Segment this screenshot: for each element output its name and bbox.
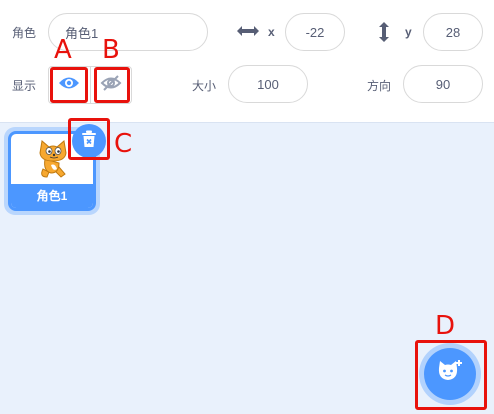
sprite-name-input[interactable]: 角色1	[48, 13, 208, 51]
sprite-cat-icon	[37, 139, 69, 184]
x-arrows-icon	[236, 23, 260, 39]
x-label: x	[268, 25, 275, 39]
sprite-info-panel: 角色 角色1 x -22 y 28 显示 大小 100 方向 90	[0, 0, 494, 123]
callout-box-b	[94, 67, 130, 103]
sprite-name-label: 角色	[12, 26, 37, 40]
callout-c: C	[114, 129, 133, 159]
direction-label: 方向	[367, 79, 392, 93]
callout-box-a	[50, 67, 88, 103]
direction-input[interactable]: 90	[403, 65, 483, 103]
sprite-tile-name: 角色1	[11, 184, 93, 208]
y-arrows-icon	[377, 21, 391, 43]
y-input[interactable]: 28	[423, 13, 483, 51]
callout-d: D	[435, 311, 456, 341]
size-input[interactable]: 100	[228, 65, 308, 103]
callout-a: A	[54, 35, 72, 65]
show-label: 显示	[12, 79, 37, 93]
size-label: 大小	[192, 79, 217, 93]
callout-box-c	[68, 118, 110, 160]
x-input[interactable]: -22	[285, 13, 345, 51]
callout-b: B	[102, 35, 120, 65]
callout-box-d	[415, 340, 487, 410]
y-label: y	[405, 25, 412, 39]
